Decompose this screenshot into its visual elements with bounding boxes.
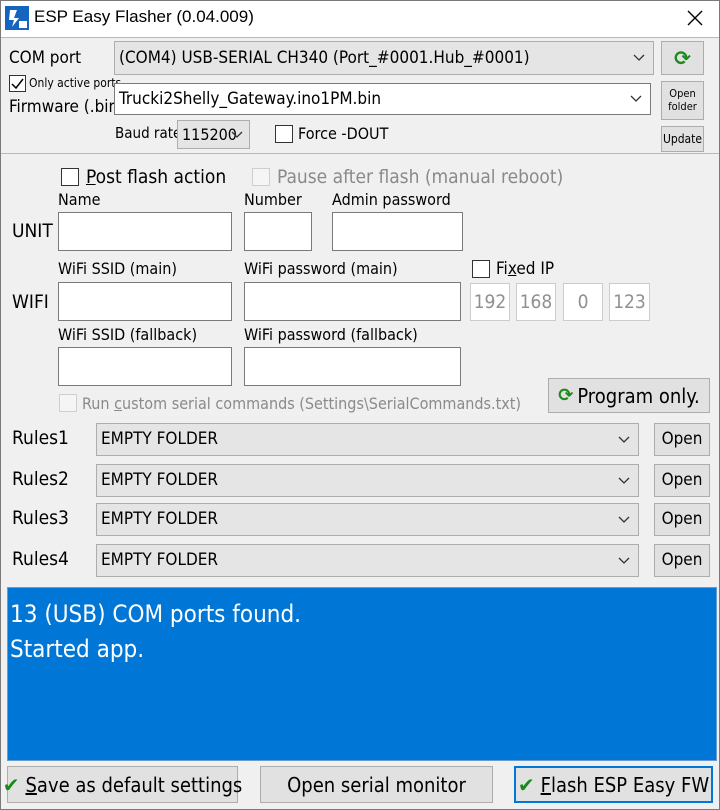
- rules2-select[interactable]: EMPTY FOLDER: [96, 464, 639, 497]
- checkmark-icon: ✔: [2, 772, 20, 797]
- chevron-down-icon: [618, 516, 630, 523]
- log-line: 13 (USB) COM ports found.: [10, 600, 302, 628]
- com-port-select[interactable]: (COM4) USB-SERIAL CH340 (Port_#0001.Hub_…: [114, 41, 654, 75]
- pause-after-flash-checkbox[interactable]: [252, 168, 270, 186]
- save-default-settings-label: Save as default settings: [25, 772, 243, 797]
- com-port-value: (COM4) USB-SERIAL CH340 (Port_#0001.Hub_…: [119, 47, 530, 68]
- admin-password-label: Admin password: [332, 190, 451, 209]
- close-icon: [687, 10, 703, 26]
- unit-name-input[interactable]: [58, 212, 232, 251]
- checkmark-icon: ✔: [517, 772, 535, 797]
- chevron-down-icon: [618, 557, 630, 564]
- refresh-ports-button[interactable]: ⟳: [661, 41, 704, 75]
- rules1-select[interactable]: EMPTY FOLDER: [96, 423, 639, 456]
- log-line: Started app.: [10, 635, 145, 663]
- chevron-down-icon: [633, 54, 645, 61]
- wifi-ssid-main-input[interactable]: [58, 282, 232, 321]
- wifi-password-main-label: WiFi password (main): [244, 259, 398, 278]
- checkmark-icon: [11, 78, 24, 90]
- post-flash-action-label: Post flash action: [86, 166, 227, 188]
- rules4-open-button[interactable]: Open: [654, 544, 710, 577]
- wifi-ssid-main-label: WiFi SSID (main): [58, 259, 177, 278]
- chevron-down-icon: [630, 95, 642, 102]
- force-dout-checkbox[interactable]: [275, 125, 293, 143]
- wifi-password-main-input[interactable]: [244, 282, 461, 321]
- rules4-value: EMPTY FOLDER: [101, 550, 219, 570]
- pause-after-flash-label: Pause after flash (manual reboot): [277, 166, 564, 188]
- save-default-settings-button[interactable]: ✔ Save as default settings: [3, 766, 242, 803]
- force-dout-label: Force -DOUT: [298, 124, 389, 143]
- ip-octet-1[interactable]: 192: [470, 283, 510, 321]
- flash-esp-easy-label: Flash ESP Easy FW: [540, 772, 710, 797]
- firmware-select[interactable]: Trucki2Shelly_Gateway.ino1PM.bin: [114, 83, 651, 115]
- open-folder-label-line2: folder: [668, 99, 697, 113]
- open-folder-button[interactable]: Open folder: [661, 81, 704, 120]
- rules1-label: Rules1: [12, 427, 69, 449]
- rules4-label: Rules4: [12, 548, 69, 570]
- baud-rate-label: Baud rate: [115, 124, 182, 142]
- close-button[interactable]: [674, 2, 716, 34]
- ip-octet-4[interactable]: 123: [609, 283, 650, 321]
- refresh-icon: ⟳: [558, 384, 574, 406]
- chevron-down-icon: [618, 436, 630, 443]
- custom-serial-commands-checkbox[interactable]: [59, 394, 77, 412]
- wifi-row-label: WIFI: [12, 291, 49, 313]
- chevron-down-icon: [618, 477, 630, 484]
- wifi-password-fallback-input[interactable]: [244, 347, 461, 386]
- rules2-value: EMPTY FOLDER: [101, 470, 219, 490]
- fixed-ip-checkbox[interactable]: [472, 260, 490, 278]
- firmware-value: Trucki2Shelly_Gateway.ino1PM.bin: [119, 88, 382, 109]
- unit-name-label: Name: [58, 190, 101, 209]
- flash-esp-easy-button[interactable]: ✔ Flash ESP Easy FW: [514, 766, 713, 803]
- title-separator: [1, 37, 719, 38]
- wifi-password-fallback-label: WiFi password (fallback): [244, 325, 418, 344]
- custom-serial-commands-label: Run custom serial commands (Settings\Ser…: [82, 394, 522, 413]
- only-active-ports-label: Only active ports: [29, 76, 122, 90]
- com-port-label: COM port: [9, 48, 82, 68]
- open-folder-label-line1: Open: [669, 86, 696, 100]
- ip-octet-2[interactable]: 168: [516, 283, 556, 321]
- baud-rate-select[interactable]: 115200: [177, 120, 250, 149]
- post-flash-action-checkbox[interactable]: [61, 168, 79, 186]
- update-button[interactable]: Update: [661, 126, 704, 152]
- program-only-button[interactable]: ⟳ Program only.: [548, 378, 710, 413]
- fixed-ip-label: Fixed IP: [496, 259, 555, 279]
- wifi-ssid-fallback-label: WiFi SSID (fallback): [58, 325, 198, 344]
- chevron-down-icon: [231, 131, 243, 138]
- admin-password-input[interactable]: [332, 212, 463, 251]
- unit-number-input[interactable]: [244, 212, 312, 251]
- rules4-select[interactable]: EMPTY FOLDER: [96, 544, 639, 577]
- rules1-open-button[interactable]: Open: [654, 423, 710, 456]
- rules3-label: Rules3: [12, 507, 69, 529]
- firmware-label: Firmware (.bin): [9, 97, 125, 117]
- unit-row-label: UNIT: [12, 220, 53, 242]
- ip-octet-3[interactable]: 0: [563, 283, 603, 321]
- log-output[interactable]: 13 (USB) COM ports found. Started app.: [7, 587, 717, 761]
- esp-easy-app-icon: [5, 6, 29, 30]
- wifi-ssid-fallback-input[interactable]: [58, 347, 232, 386]
- baud-rate-value: 115200: [182, 124, 237, 144]
- program-only-label: Program only.: [577, 383, 700, 408]
- rules2-open-button[interactable]: Open: [654, 464, 710, 497]
- rules3-value: EMPTY FOLDER: [101, 509, 219, 529]
- window-title: ESP Easy Flasher (0.04.009): [34, 7, 254, 26]
- rules3-select[interactable]: EMPTY FOLDER: [96, 503, 639, 536]
- rules2-label: Rules2: [12, 468, 69, 490]
- open-serial-monitor-button[interactable]: Open serial monitor: [260, 766, 493, 803]
- refresh-icon: ⟳: [674, 46, 691, 70]
- rules3-open-button[interactable]: Open: [654, 503, 710, 536]
- unit-number-label: Number: [244, 190, 302, 209]
- rules1-value: EMPTY FOLDER: [101, 429, 219, 449]
- section-separator: [1, 153, 719, 154]
- only-active-ports-checkbox[interactable]: [9, 75, 26, 92]
